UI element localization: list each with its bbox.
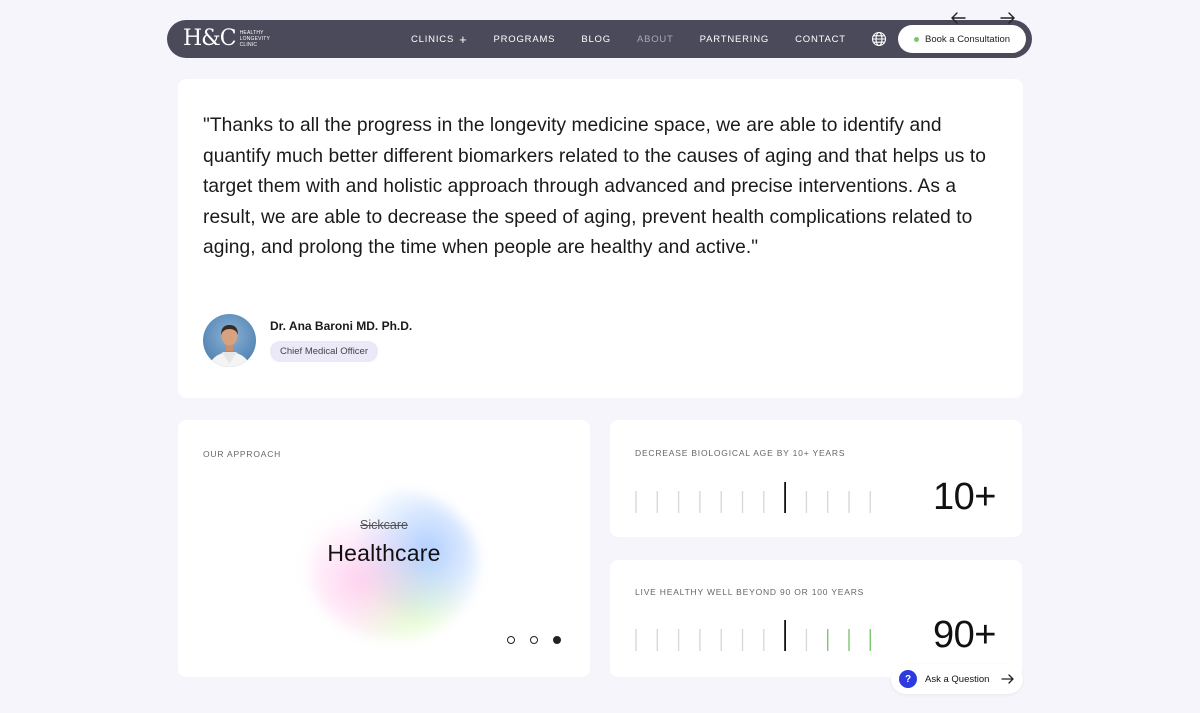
nav-item-blog[interactable]: BLOG bbox=[581, 34, 611, 45]
status-dot bbox=[913, 36, 919, 42]
pagination-dot-1[interactable] bbox=[507, 636, 515, 644]
book-consultation-button[interactable]: Book a Consultation bbox=[898, 25, 1026, 53]
nav-item-label: ABOUT bbox=[636, 33, 674, 45]
carousel-prev-button[interactable] bbox=[948, 8, 968, 28]
struck-word: Sickcare bbox=[360, 518, 408, 532]
nav-item-partnering[interactable]: PARTNERING bbox=[700, 34, 769, 45]
stat-label: DECREASE BIOLOGICAL AGE BY 10+ YEARS bbox=[635, 448, 846, 458]
stat-value: 90+ bbox=[933, 614, 996, 656]
site-logo[interactable]: H&C HEALTHY LONGEVITY CLINIC bbox=[183, 28, 270, 50]
author-info: Dr. Ana Baroni MD. Ph.D. Chief Medical O… bbox=[270, 319, 412, 362]
arrow-right-icon bbox=[1000, 12, 1015, 24]
nav-item-about[interactable]: ABOUT bbox=[637, 34, 674, 45]
avatar bbox=[203, 314, 256, 367]
approach-card: OUR APPROACH Sickcare Healthcare bbox=[178, 420, 590, 677]
nav-item-label: PROGRAMS bbox=[493, 33, 556, 45]
approach-headline: Healthcare bbox=[327, 540, 441, 566]
testimonial-author: Dr. Ana Baroni MD. Ph.D. Chief Medical O… bbox=[203, 314, 412, 367]
globe-icon[interactable] bbox=[871, 31, 887, 47]
stat-tick-scale bbox=[635, 620, 872, 651]
nav-item-programs[interactable]: PROGRAMS bbox=[494, 34, 556, 45]
nav-item-label: CLINICS bbox=[411, 33, 455, 45]
logo-text: HEALTHY LONGEVITY CLINIC bbox=[240, 30, 270, 48]
stat-value: 10+ bbox=[933, 476, 996, 518]
nav-item-label: CONTACT bbox=[795, 33, 846, 45]
ask-question-button[interactable]: ? Ask a Question bbox=[891, 664, 1023, 694]
carousel-next-button[interactable] bbox=[998, 8, 1018, 28]
question-icon: ? bbox=[899, 670, 917, 688]
logo-line-3: CLINIC bbox=[239, 42, 258, 48]
stat-card-biological-age: DECREASE BIOLOGICAL AGE BY 10+ YEARS 10+ bbox=[610, 420, 1022, 537]
cta-label: Book a Consultation bbox=[924, 33, 1011, 45]
nav-menu: CLINICS + PROGRAMS BLOG ABOUT PARTNERING… bbox=[411, 20, 846, 58]
arrow-left-icon bbox=[951, 12, 966, 24]
stat-label: LIVE HEALTHY WELL BEYOND 90 OR 100 YEARS bbox=[635, 587, 865, 597]
approach-pagination bbox=[507, 636, 561, 644]
logo-mark: H&C bbox=[183, 26, 237, 51]
person-avatar-icon bbox=[208, 325, 251, 367]
pagination-dot-2[interactable] bbox=[530, 636, 538, 644]
nav-item-clinics[interactable]: CLINICS + bbox=[411, 33, 468, 46]
nav-item-label: BLOG bbox=[581, 33, 611, 45]
carousel-arrows bbox=[948, 8, 1018, 28]
author-role-badge: Chief Medical Officer bbox=[270, 341, 378, 362]
stat-card-live-healthy: LIVE HEALTHY WELL BEYOND 90 OR 100 YEARS… bbox=[610, 560, 1022, 677]
arrow-right-icon bbox=[1001, 674, 1014, 684]
top-navbar: H&C HEALTHY LONGEVITY CLINIC CLINICS + P… bbox=[167, 20, 1032, 58]
nav-item-contact[interactable]: CONTACT bbox=[795, 34, 846, 45]
author-name: Dr. Ana Baroni MD. Ph.D. bbox=[270, 319, 413, 333]
plus-icon: + bbox=[459, 31, 468, 47]
testimonial-card: "Thanks to all the progress in the longe… bbox=[178, 79, 1023, 398]
ask-question-label: Ask a Question bbox=[925, 673, 990, 685]
stat-tick-scale bbox=[635, 482, 872, 513]
nav-item-label: PARTNERING bbox=[699, 33, 770, 45]
testimonial-quote: "Thanks to all the progress in the longe… bbox=[203, 115, 986, 258]
approach-label: OUR APPROACH bbox=[203, 449, 282, 459]
pagination-dot-3[interactable] bbox=[553, 636, 561, 644]
